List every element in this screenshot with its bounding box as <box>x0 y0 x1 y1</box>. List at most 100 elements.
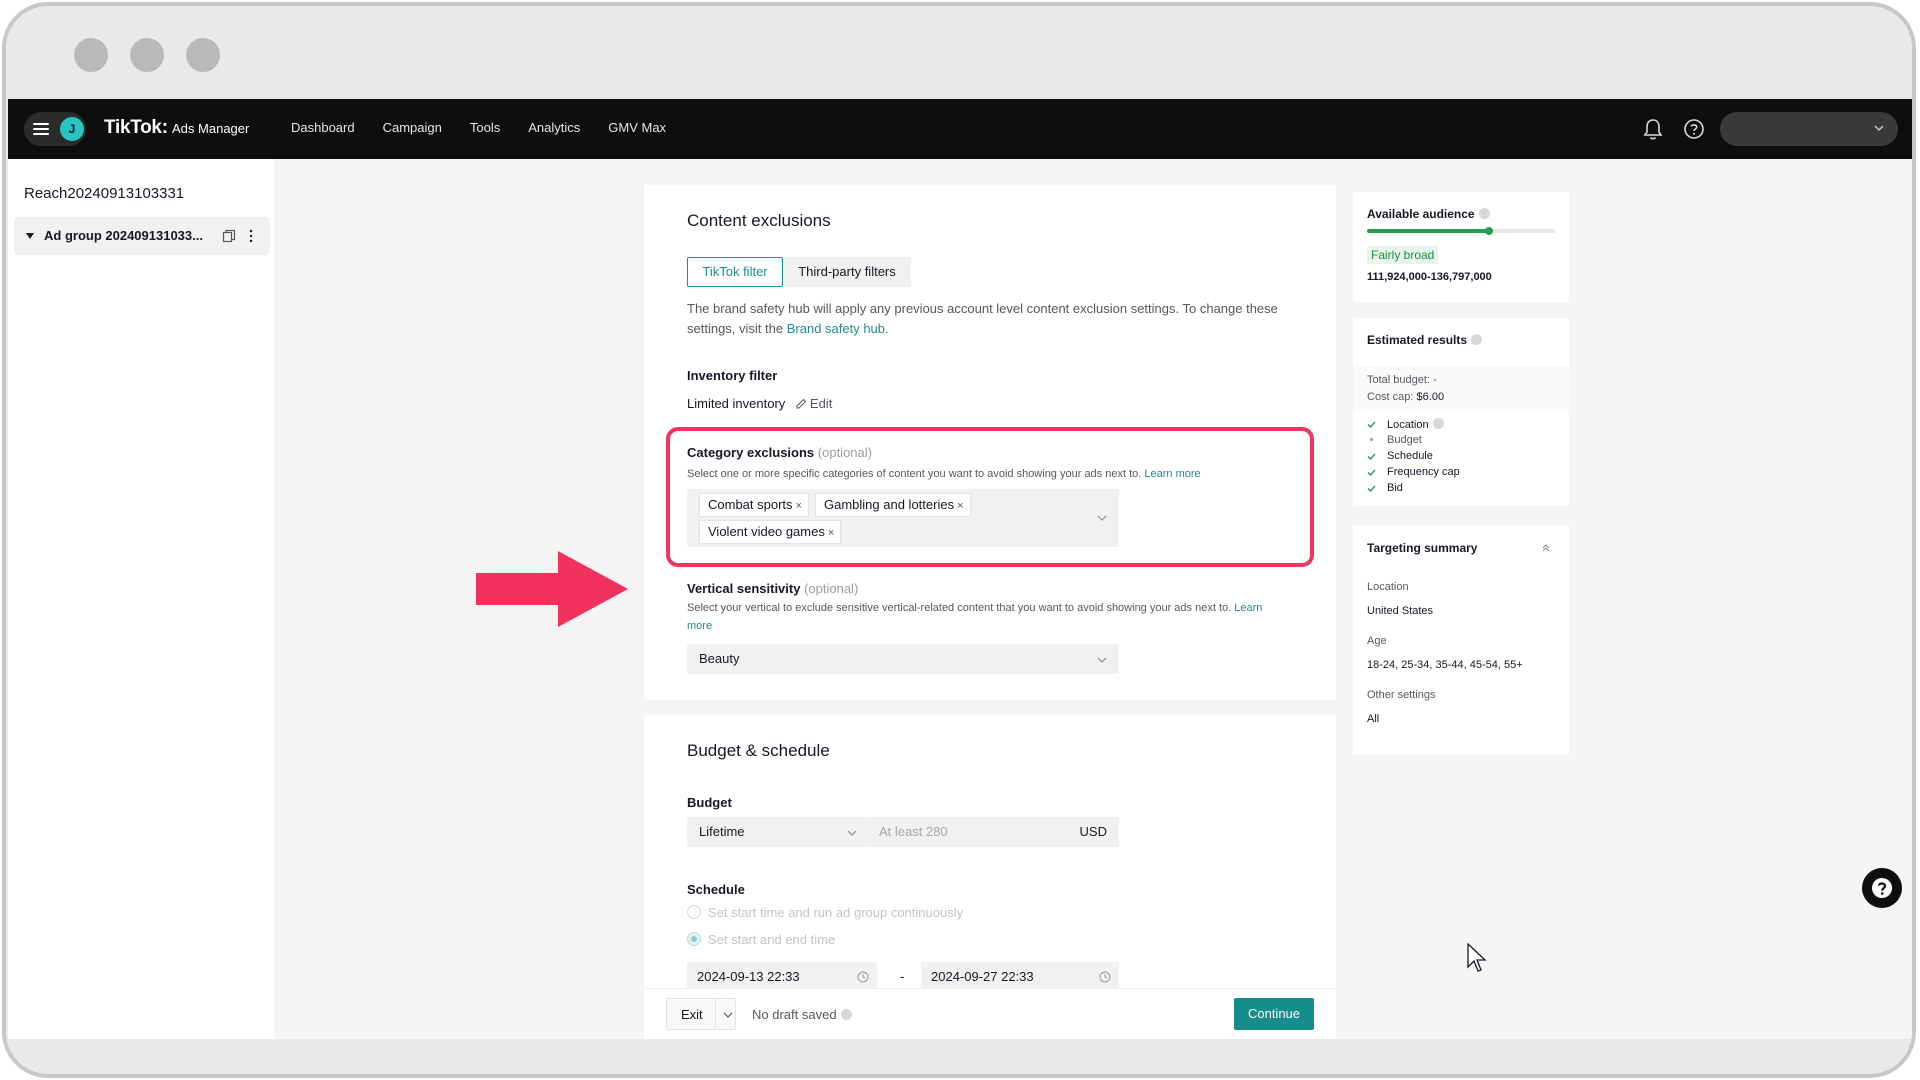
copy-icon[interactable] <box>222 229 236 243</box>
available-audience-label: Available audience <box>1367 207 1475 221</box>
top-navigation: J TikTok : Ads Manager Dashboard Campaig… <box>8 99 1912 159</box>
estimated-results-title: Estimated results <box>1367 333 1483 347</box>
bell-icon[interactable] <box>1642 117 1664 141</box>
chevron-down-icon <box>847 830 857 836</box>
nav-analytics[interactable]: Analytics <box>528 120 580 135</box>
end-time-value: 2024-09-27 22:33 <box>931 969 1034 984</box>
chevron-down-icon[interactable] <box>723 1010 733 1020</box>
bottom-action-bar: Exit No draft saved Continue <box>644 988 1336 1039</box>
optional-tag: (optional) <box>804 581 859 596</box>
nav-gmv-max[interactable]: GMV Max <box>608 120 666 135</box>
continue-button[interactable]: Continue <box>1234 998 1314 1030</box>
clock-icon <box>1099 971 1111 983</box>
estimated-results-card: Estimated results <box>1353 318 1569 366</box>
radio-run-continuously[interactable] <box>687 905 701 919</box>
check-item-budget: Budget <box>1387 434 1422 446</box>
caret-down-icon[interactable] <box>26 233 34 239</box>
brand-safety-info: The brand safety hub will apply any prev… <box>687 299 1297 339</box>
inventory-filter-label: Inventory filter <box>687 368 778 383</box>
chevron-down-icon <box>1874 125 1884 131</box>
clock-icon <box>857 971 869 983</box>
check-item-schedule: Schedule <box>1387 450 1433 462</box>
ads-manager-app: J TikTok : Ads Manager Dashboard Campaig… <box>8 99 1912 1039</box>
budget-type-select[interactable]: Lifetime <box>687 817 867 847</box>
window-minimize-dot[interactable] <box>130 38 164 72</box>
budget-amount-input[interactable]: At least 280 USD <box>867 817 1119 847</box>
tab-third-party-filters[interactable]: Third-party filters <box>783 257 911 287</box>
exit-label: Exit <box>681 1007 703 1022</box>
window-close-dot[interactable] <box>74 38 108 72</box>
tag-gambling-and-lotteries: Gambling and lotteries × <box>815 493 971 517</box>
category-exclusions-select[interactable]: Combat sports × Gambling and lotteries × V… <box>687 489 1119 547</box>
help-icon[interactable] <box>1683 118 1705 140</box>
check-label: Location <box>1387 419 1429 431</box>
vertical-select-value: Beauty <box>699 651 740 666</box>
info-icon[interactable] <box>1478 208 1490 219</box>
audience-meter-fill <box>1367 229 1490 233</box>
window-maximize-dot[interactable] <box>186 38 220 72</box>
learn-more-link-cont[interactable]: more <box>687 620 712 632</box>
vertical-sensitivity-title: Vertical sensitivity <box>687 581 801 596</box>
inventory-filter-value: Limited inventory <box>687 396 786 411</box>
brand-sub: Ads Manager <box>172 121 250 136</box>
check-icon <box>1367 453 1376 461</box>
brand-safety-text: The brand safety hub will apply any prev… <box>687 301 1278 336</box>
info-icon[interactable] <box>1432 418 1444 429</box>
estimated-results-label: Estimated results <box>1367 333 1468 347</box>
tab-tiktok-filter[interactable]: TikTok filter <box>687 257 783 287</box>
edit-link[interactable]: Edit <box>810 396 832 411</box>
close-icon[interactable]: × <box>796 500 802 512</box>
check-icon <box>1367 469 1376 477</box>
tag-combat-sports: Combat sports × <box>699 493 809 517</box>
chevron-down-icon[interactable] <box>1097 513 1107 523</box>
vertical-desc-text: Select your vertical to exclude sensitiv… <box>687 602 1232 614</box>
targeting-other-value: All <box>1367 713 1380 725</box>
hamburger-icon[interactable] <box>33 123 49 135</box>
targeting-other-label: Other settings <box>1367 689 1436 701</box>
cost-cap-label: Cost cap: <box>1367 391 1414 403</box>
info-icon[interactable] <box>1471 334 1483 345</box>
audience-range: 111,924,000-136,797,000 <box>1367 271 1492 283</box>
radio-start-end-time-label[interactable]: Set start and end time <box>708 932 835 947</box>
learn-more-link[interactable]: Learn <box>1234 602 1262 614</box>
learn-more-link[interactable]: Learn more <box>1144 468 1200 480</box>
campaign-name[interactable]: Reach20240913103331 <box>24 185 184 202</box>
vertical-sensitivity-desc: Select your vertical to exclude sensitiv… <box>687 599 1287 635</box>
more-vertical-icon[interactable] <box>248 228 254 244</box>
menu-account-pill[interactable]: J <box>24 112 86 146</box>
pending-dot <box>1370 438 1373 441</box>
nav-dashboard[interactable]: Dashboard <box>291 120 355 135</box>
targeting-age-value: 18-24, 25-34, 35-44, 45-54, 55+ <box>1367 659 1523 671</box>
category-desc-text: Select one or more specific categories o… <box>687 468 1142 480</box>
avatar[interactable]: J <box>60 117 84 141</box>
nav-campaign[interactable]: Campaign <box>383 120 442 135</box>
targeting-summary-title: Targeting summary <box>1367 541 1478 555</box>
chevron-up-icon[interactable] <box>1541 543 1551 553</box>
radio-run-continuously-label[interactable]: Set start time and run ad group continuo… <box>708 905 963 920</box>
category-exclusions-label: Category exclusions (optional) <box>687 445 872 460</box>
total-budget-value: - <box>1433 374 1437 386</box>
ad-group-item[interactable]: Ad group 202409131033... <box>14 217 270 255</box>
brand-logo[interactable]: TikTok : Ads Manager <box>104 117 249 139</box>
close-icon[interactable]: × <box>957 500 963 512</box>
close-icon[interactable]: × <box>828 527 834 539</box>
nav-tools[interactable]: Tools <box>470 120 500 135</box>
brand-safety-end: . <box>885 321 889 336</box>
cost-cap-value: $6.00 <box>1416 391 1445 403</box>
brand-safety-hub-link[interactable]: Brand safety hub <box>787 321 885 336</box>
inventory-filter-row: Limited inventory Edit <box>687 396 832 411</box>
account-dropdown[interactable] <box>1720 112 1898 146</box>
floating-help-button[interactable] <box>1862 868 1902 908</box>
exit-button[interactable]: Exit <box>666 998 736 1030</box>
targeting-location-value: United States <box>1367 605 1434 617</box>
tag-label: Violent video games <box>708 524 825 539</box>
radio-start-end-time[interactable] <box>687 932 701 946</box>
chevron-down-icon <box>1097 657 1107 663</box>
info-icon[interactable] <box>840 1009 852 1020</box>
edit-icon[interactable] <box>796 398 807 409</box>
check-icon <box>1367 485 1376 493</box>
vertical-sensitivity-select[interactable]: Beauty <box>687 644 1119 674</box>
cost-cap-row: Cost cap: $6.00 <box>1367 391 1444 403</box>
budget-type-value: Lifetime <box>699 824 745 839</box>
estimated-results-details: Total budget: - Cost cap: $6.00 Location… <box>1353 366 1569 506</box>
